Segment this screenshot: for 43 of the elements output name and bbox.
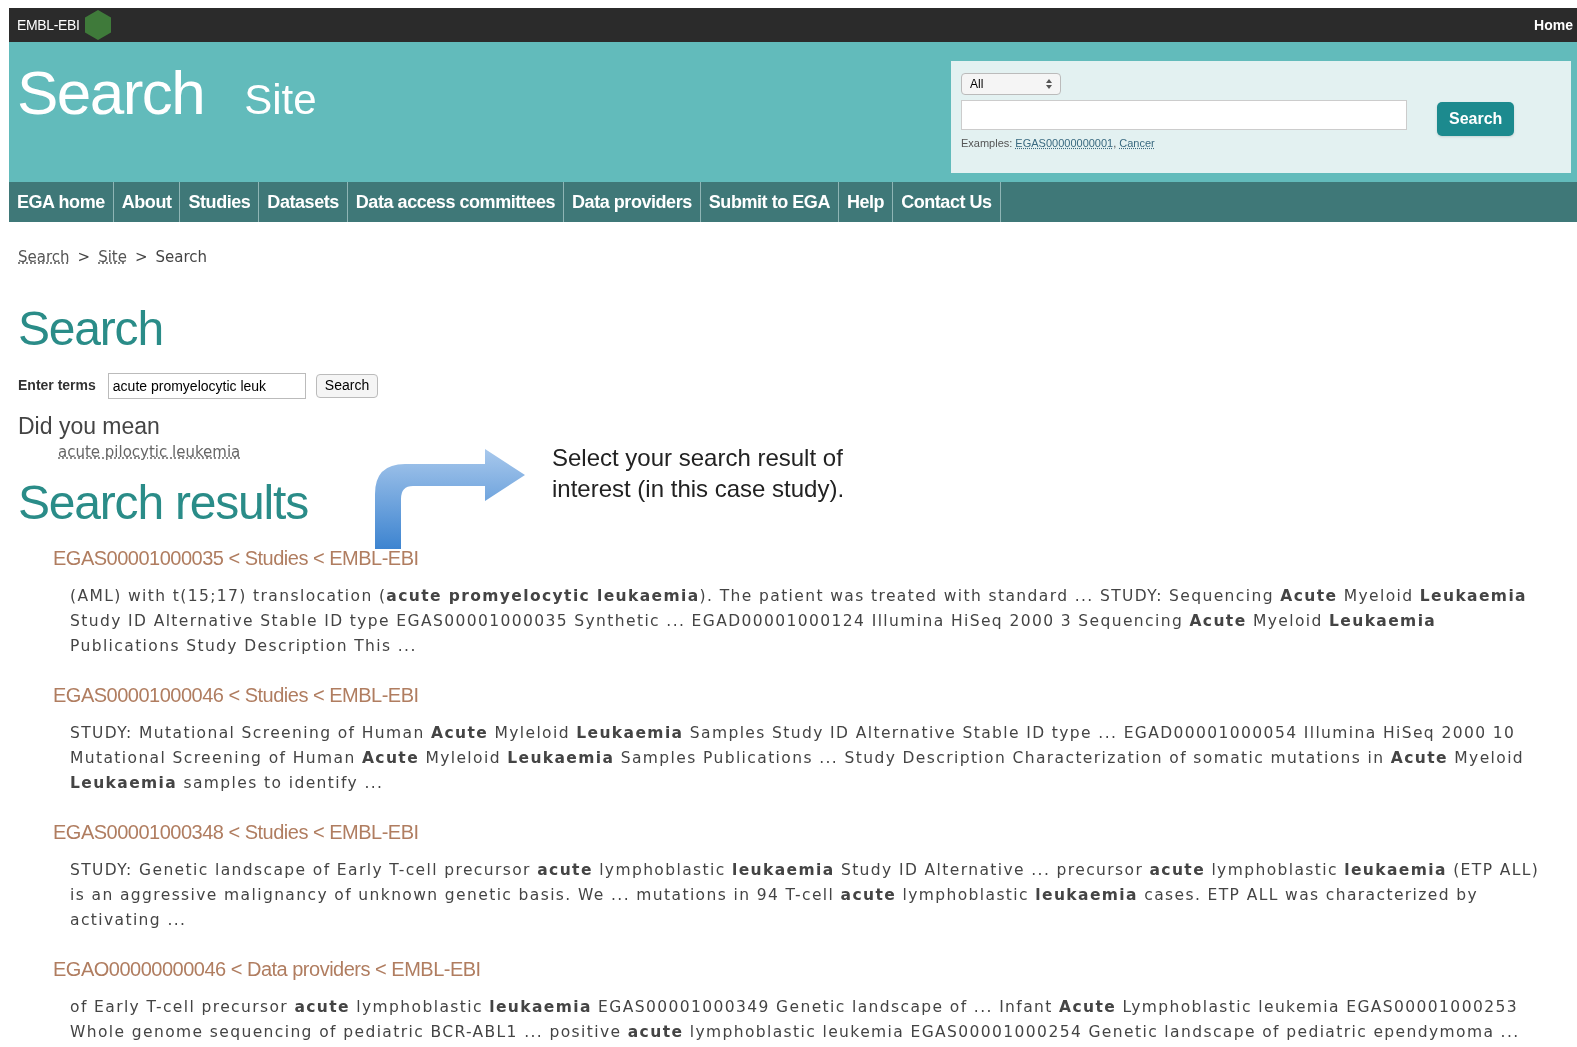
nav-item[interactable]: Datasets	[259, 182, 348, 222]
updown-icon	[1046, 79, 1052, 89]
terms-label: Enter terms	[18, 376, 96, 395]
did-you-mean-heading: Did you mean	[18, 412, 161, 440]
breadcrumb-link[interactable]: Site	[98, 246, 127, 269]
home-link[interactable]: Home	[1534, 14, 1573, 36]
example-link[interactable]: Cancer	[1119, 135, 1155, 152]
result-title-link[interactable]: EGAO00000000046 < Data providers < EMBL-EBI	[53, 953, 1577, 980]
result-title-link[interactable]: EGAS00001000348 < Studies < EMBL-EBI	[53, 816, 1577, 843]
nav-item[interactable]: Studies	[180, 182, 260, 222]
result-snippet: STUDY: Genetic landscape of Early T-cell precursor acute lymphoblastic leukaemia Study ID Alternative ... precursor acute lymphoblastic leukaemia (ETP ALL) is an aggressive malignancy of unknown genetic basis. We ... mutations in 94 T-cell acute lymphoblastic leukaemia cases. ETP ALL was characterized by activating ...	[70, 859, 1541, 931]
scope-select[interactable]: All	[961, 73, 1061, 95]
annotation-text: Select your search result of interest (in this case study).	[552, 443, 846, 504]
suggestion-link[interactable]: acute pilocytic leukemia	[58, 442, 241, 461]
breadcrumb-separator: >	[134, 247, 148, 268]
curved-arrow-icon	[375, 449, 527, 549]
logo-text: EMBL-EBI	[17, 15, 80, 35]
terms-field[interactable]: acute promyelocytic leuk	[107, 372, 306, 399]
search-field[interactable]	[961, 100, 1407, 130]
hexagon-logo-icon	[83, 9, 112, 41]
nav-item[interactable]: Submit to EGA	[700, 182, 839, 222]
header-title: Search	[17, 62, 205, 124]
terms-search-button[interactable]: Search	[315, 373, 379, 398]
search-button[interactable]: Search	[1437, 102, 1515, 136]
breadcrumb-link[interactable]: Search	[18, 246, 70, 269]
breadcrumb-current: Search	[155, 247, 208, 268]
nav-item[interactable]: Data access committees	[347, 182, 565, 222]
header-subtitle: Site	[244, 79, 317, 121]
nav-item[interactable]: Help	[838, 182, 894, 222]
breadcrumb-separator: >	[77, 247, 91, 268]
examples-label: Examples:	[961, 136, 1013, 151]
nav-item[interactable]: Data providers	[564, 182, 701, 222]
result-snippet: (AML) with t(15;17) translocation (acute promyelocytic leukaemia). The patient was treated with standard ... STUDY: Sequencing Acute Myeloid Leukaemia Study ID Alternative Stable ID type EGAS00001000035 Synthetic ... EGAD00001000124 Illumina HiSeq 2000 3 Sequencing Acute Myeloid Leukaemia Publications Study Description This ...	[70, 585, 1528, 657]
result-title-link[interactable]: EGAS00001000046 < Studies < EMBL-EBI	[53, 679, 1577, 706]
nav-item[interactable]: About	[113, 182, 181, 222]
nav-item[interactable]: EGA home	[9, 182, 114, 222]
page-title: Search	[18, 304, 164, 353]
results-heading: Search results	[18, 478, 308, 527]
result-snippet: STUDY: Mutational Screening of Human Acute Myleloid Leukaemia Samples Study ID Alternative Stable ID type ... EGAD00001000054 Illumina HiSeq 2000 10 Mutational Screening of Human Acute Myleloid Leukaemia Samples Publications ... Study Description Characterization of somatic mutations in Acute Myeloid Leukaemia samples to identify ...	[70, 722, 1526, 794]
comma: ,	[1113, 136, 1117, 151]
nav-item[interactable]: Contact Us	[893, 182, 1001, 222]
result-snippet: of Early T-cell precursor acute lymphoblastic leukaemia EGAS00001000349 Genetic landscape of ... Infant Acute Lymphoblastic leukemia EGAS00001000253 Whole genome sequencing of pediatric BCR-ABL1 ... positive acute lymphoblastic leukemia EGAS00001000254 Genetic landscape of pediatric ependymoma ...	[70, 996, 1521, 1043]
result-title-link[interactable]: EGAS00001000035 < Studies < EMBL-EBI	[53, 542, 1577, 569]
